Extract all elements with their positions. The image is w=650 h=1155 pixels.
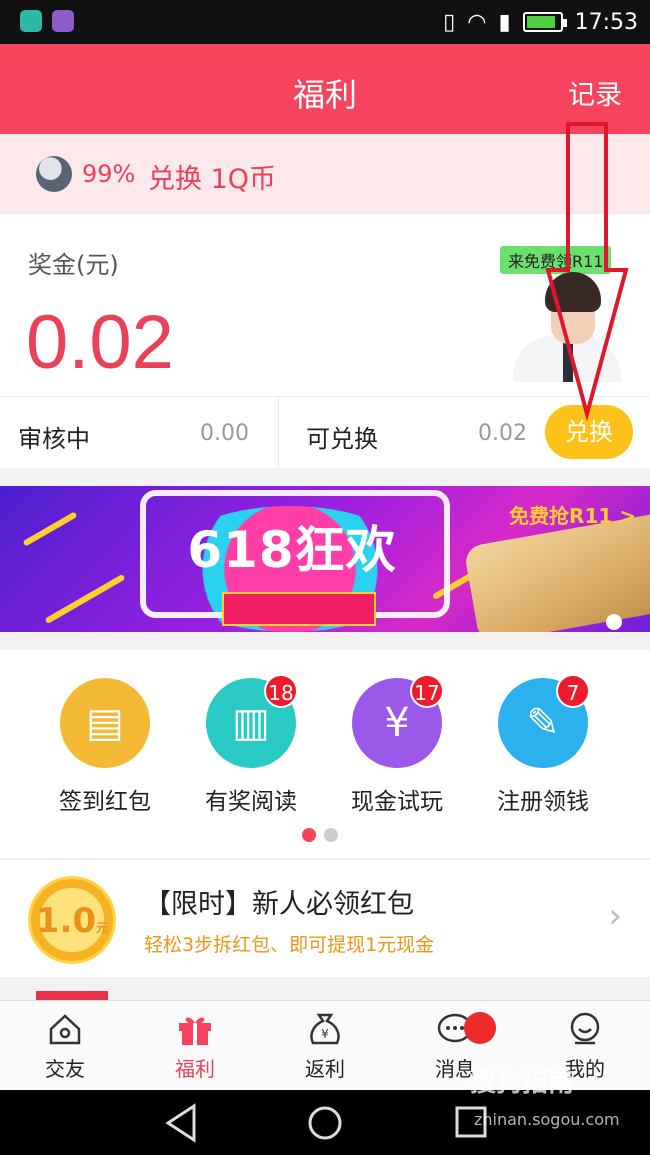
vibrate-icon: ▯ (443, 9, 456, 35)
pencil-icon: ✎ 7 (498, 674, 590, 768)
banner-red-bar (222, 592, 376, 626)
reviewing-value: 0.00 (200, 421, 249, 446)
divider (278, 397, 279, 469)
nav-friends[interactable]: 交友 (15, 1009, 115, 1082)
badge-count: 18 (264, 674, 298, 708)
back-icon (165, 1103, 196, 1143)
decor-stripe (22, 511, 78, 547)
nav-rebate[interactable]: ¥ 返利 (275, 1009, 375, 1082)
bonus-label: 奖金(元) (28, 251, 119, 279)
status-bar: ▯ ◠ ▮ 17:53 (0, 0, 650, 44)
nav-label: 交友 (45, 1057, 85, 1081)
nav-label: 福利 (175, 1057, 215, 1081)
gift-icon (175, 1009, 215, 1049)
exchangeable-label: 可兑换 (306, 425, 378, 453)
record-link[interactable]: 记录 (568, 73, 622, 112)
coin-value: 1.0 (35, 901, 97, 941)
bonus-card: 奖金(元) 0.02 来免费领R11 (0, 214, 650, 396)
battery-icon (522, 12, 567, 32)
badge-count: 7 (556, 674, 590, 708)
balance-stats: 审核中 0.00 可兑换 0.02 兑换 (0, 396, 650, 469)
shortcut-grid: ▤ 签到红包 ▥ 18 有奖阅读 ¥ 17 现金试玩 ✎ 7 注册领钱 (0, 650, 650, 858)
app-header: 福利 记录 (0, 44, 650, 134)
page-title: 福利 (292, 76, 357, 114)
promo-banner[interactable]: 618狂欢 免费抢R11 > (0, 486, 650, 632)
ad-person-image[interactable] (505, 272, 621, 382)
home-button-icon (308, 1106, 342, 1140)
banner-promo[interactable]: 免费抢R11 > (509, 500, 636, 529)
coin-unit: 元 (96, 921, 109, 935)
gallery-app-icon (52, 10, 74, 32)
sim-icon: ▮ (498, 9, 511, 35)
nav-welfare[interactable]: 福利 (145, 1009, 245, 1082)
android-app-icon (20, 10, 42, 32)
shortcut-reading[interactable]: ▥ 18 有奖阅读 (196, 674, 306, 816)
decor-stripe (44, 573, 126, 625)
notice-text: 兑换 1Q币 (148, 164, 277, 195)
home-icon (45, 1009, 85, 1049)
promo-subtitle: 轻松3步拆红包、即可提现1元现金 (144, 934, 435, 956)
pager-dot (324, 828, 338, 842)
clock: 17:53 (574, 9, 638, 35)
watermark-brand: 搜狗指南 (470, 1068, 575, 1098)
nav-label: 返利 (305, 1057, 345, 1081)
bonus-amount: 0.02 (26, 300, 174, 385)
shortcut-register[interactable]: ✎ 7 注册领钱 (488, 674, 598, 816)
money-bag-icon: ¥ (305, 1009, 345, 1049)
exchange-notice[interactable]: 99% 兑换 1Q币 (0, 134, 650, 214)
shortcut-label: 注册领钱 (497, 789, 589, 815)
promo-title: 【限时】新人必领红包 (144, 889, 414, 920)
pager-dot-active (302, 828, 316, 842)
banner-headline: 618狂欢 (187, 521, 397, 579)
badge-count: 17 (410, 674, 444, 708)
shortcut-trial[interactable]: ¥ 17 现金试玩 (342, 674, 452, 816)
profile-icon (565, 1009, 605, 1049)
coin-icon: 1.0元 (28, 876, 116, 964)
banner-pager-dot (606, 614, 622, 630)
watermark-url: zhinan.sogou.com (474, 1110, 620, 1129)
chevron-right-icon: › (608, 896, 622, 936)
shortcut-label: 签到红包 (59, 789, 151, 815)
newbie-redpacket-item[interactable]: 1.0元 【限时】新人必领红包 轻松3步拆红包、即可提现1元现金 › (0, 859, 650, 977)
svg-text:¥: ¥ (321, 1027, 329, 1041)
ad-tag[interactable]: 来免费领R11 (500, 246, 612, 274)
yuan-icon: ¥ 17 (352, 674, 444, 768)
avatar (36, 156, 72, 192)
exchange-button[interactable]: 兑换 (545, 405, 633, 459)
shortcut-label: 现金试玩 (351, 789, 443, 815)
book-icon: ▥ 18 (206, 674, 298, 768)
unread-dot (464, 1012, 496, 1044)
wifi-icon: ◠ (467, 9, 487, 35)
notice-percent: 99% (82, 160, 136, 188)
exchangeable-value: 0.02 (478, 421, 527, 446)
calendar-icon: ▤ (60, 678, 150, 768)
reviewing-label: 审核中 (18, 425, 90, 453)
shortcut-label: 有奖阅读 (205, 789, 297, 815)
shortcut-checkin[interactable]: ▤ 签到红包 (50, 678, 160, 816)
